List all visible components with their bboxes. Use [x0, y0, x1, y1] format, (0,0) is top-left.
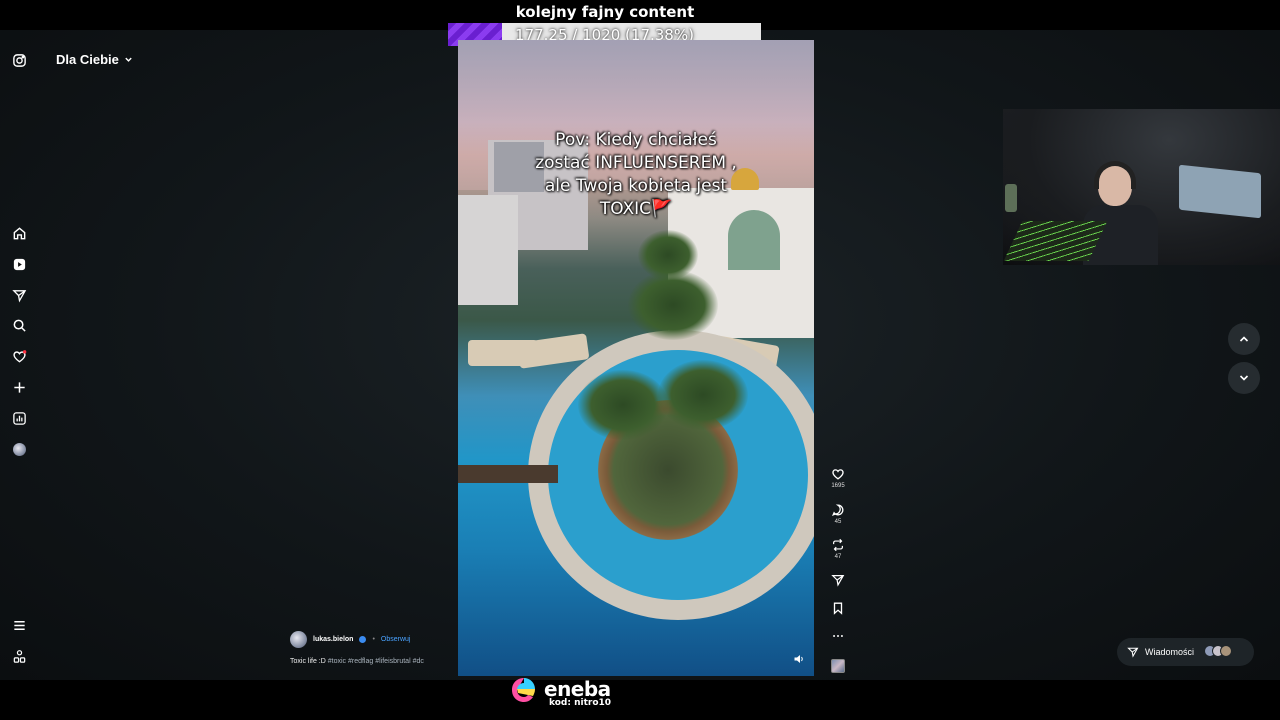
follow-button[interactable]: Obserwuj — [381, 636, 411, 643]
author-avatar[interactable] — [290, 631, 307, 648]
verified-icon — [359, 636, 367, 643]
video-caption-line: Pov: Kiedy chciałeś — [555, 130, 717, 150]
like-button[interactable]: 1695 — [828, 467, 848, 489]
stream-overlay-title: kolejny fajny content — [515, 3, 695, 21]
video-canopy — [516, 333, 590, 369]
volume-icon[interactable] — [793, 652, 805, 664]
video-caption: Pov: Kiedy chciałeś zostać INFLUENSEREM … — [518, 129, 754, 221]
webcam-monitor — [1179, 164, 1261, 219]
repost-count: 47 — [834, 554, 842, 560]
video-hotel-wing — [458, 195, 518, 305]
streamer-webcam — [1003, 109, 1280, 265]
video-caption-line: TOXIC🚩 — [599, 199, 673, 219]
chevron-up-icon — [1239, 336, 1249, 342]
search-icon[interactable] — [11, 317, 28, 334]
repost-button[interactable]: 47 — [828, 538, 848, 560]
comment-count: 45 — [834, 519, 842, 525]
comment-icon — [831, 504, 844, 516]
video-palm-tree — [578, 370, 668, 440]
share-button[interactable] — [828, 573, 848, 587]
feed-selector[interactable]: Dla Ciebie — [56, 52, 133, 67]
avatar — [1220, 645, 1232, 657]
video-palm-tree — [628, 270, 718, 340]
chevron-down-icon — [1239, 375, 1249, 381]
post-description-text: Toxic life :D — [290, 658, 326, 665]
video-caption-line: zostać INFLUENSEREM , — [535, 153, 737, 173]
messages-button[interactable]: Wiadomości — [1117, 638, 1254, 666]
video-bridge — [458, 465, 558, 483]
comment-button[interactable]: 45 — [828, 503, 848, 525]
video-palm-tree — [638, 230, 698, 280]
sponsor-code: kod: nitro10 — [549, 698, 612, 708]
like-count: 1695 — [831, 483, 845, 489]
previous-video-button[interactable] — [1228, 323, 1260, 355]
post-hashtags[interactable]: #toxic #redflag #lifeisbrutal #dc — [328, 658, 424, 665]
ellipsis-icon — [833, 635, 843, 637]
sponsor-banner: eneba kod: nitro10 — [508, 675, 628, 715]
author-username[interactable]: lukas.bielon — [313, 636, 353, 643]
stats-icon[interactable] — [11, 410, 28, 427]
instagram-icon[interactable] — [11, 52, 28, 69]
send-icon — [1127, 647, 1139, 658]
messages-label: Wiadomości — [1145, 647, 1195, 657]
heart-icon[interactable] — [11, 348, 28, 365]
separator-dot: • — [372, 636, 375, 643]
more-options-button[interactable] — [828, 629, 848, 643]
webcam-cup — [1005, 184, 1017, 212]
save-button[interactable] — [828, 601, 848, 615]
post-description: Toxic life :D #toxic #redflag #lifeisbru… — [290, 658, 424, 665]
video-caption-line: ale Twoja kobieta jest — [544, 176, 728, 196]
video-player[interactable]: Pov: Kiedy chciałeś zostać INFLUENSEREM … — [458, 40, 814, 676]
feed-selector-label: Dla Ciebie — [56, 52, 119, 67]
next-video-button[interactable] — [1228, 362, 1260, 394]
author-row: lukas.bielon • Obserwuj — [290, 631, 411, 648]
send-icon — [831, 575, 845, 587]
chevron-down-icon — [125, 57, 132, 62]
stream-bottom-bar — [0, 680, 1280, 720]
video-palm-tree — [658, 360, 748, 430]
reels-icon[interactable] — [11, 256, 28, 273]
heart-icon — [832, 469, 844, 480]
menu-icon[interactable] — [11, 617, 28, 634]
plus-icon[interactable] — [11, 379, 28, 396]
home-icon[interactable] — [11, 225, 28, 242]
bookmark-icon — [833, 602, 843, 615]
audio-thumbnail[interactable] — [831, 659, 845, 673]
message-avatars — [1204, 645, 1232, 657]
profile-avatar[interactable] — [11, 441, 28, 458]
repost-icon — [833, 538, 843, 552]
send-icon[interactable] — [11, 287, 28, 304]
eneba-logo — [512, 678, 535, 702]
more-icon[interactable] — [11, 648, 28, 665]
